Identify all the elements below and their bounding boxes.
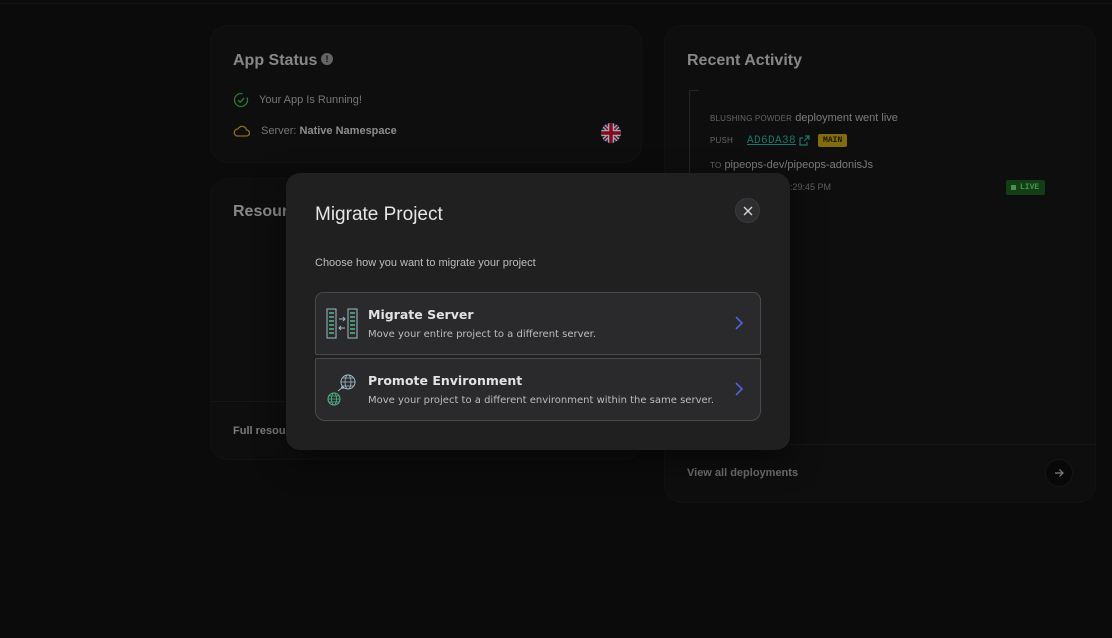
migrate-project-modal: Migrate Project Choose how you want to m…: [286, 173, 790, 450]
migrate-server-option[interactable]: Migrate Server Move your entire project …: [315, 292, 761, 355]
chevron-right-icon: [735, 316, 744, 330]
modal-title: Migrate Project: [315, 204, 443, 225]
close-button[interactable]: [735, 198, 760, 223]
promote-environment-option[interactable]: Promote Environment Move your project to…: [315, 358, 761, 421]
option-title: Migrate Server: [368, 307, 474, 322]
option-description: Move your entire project to a different …: [368, 329, 597, 340]
option-description: Move your project to a different environ…: [368, 395, 715, 406]
modal-description: Choose how you want to migrate your proj…: [315, 257, 536, 269]
chevron-right-icon: [735, 382, 744, 396]
server-migrate-icon: [326, 308, 358, 339]
globe-promote-icon: [327, 374, 356, 406]
close-icon: [743, 206, 752, 215]
option-title: Promote Environment: [368, 373, 523, 388]
